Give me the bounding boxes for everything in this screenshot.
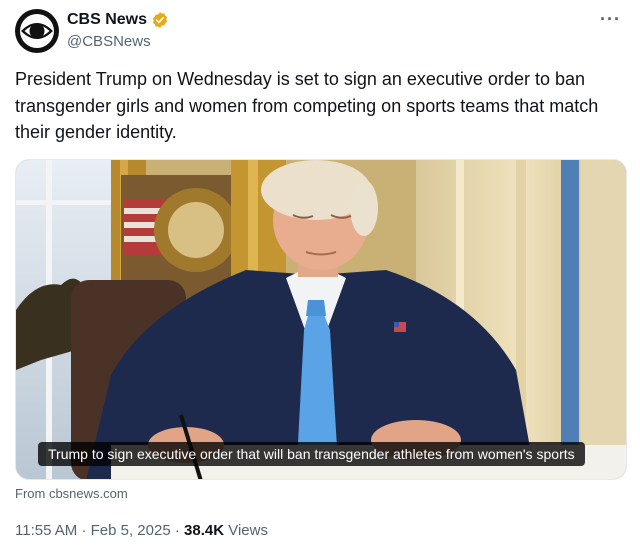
meta-separator: · bbox=[81, 522, 87, 539]
link-source[interactable]: From cbsnews.com bbox=[15, 486, 128, 501]
cbs-eye-logo-icon bbox=[20, 14, 54, 48]
views-label: Views bbox=[228, 522, 268, 539]
more-options-icon[interactable]: ··· bbox=[600, 9, 621, 30]
avatar[interactable] bbox=[15, 9, 59, 53]
link-card-caption: Trump to sign executive order that will … bbox=[38, 442, 585, 466]
tweet-time[interactable]: 11:55 AM bbox=[15, 522, 77, 539]
views-count: 38.4K bbox=[184, 522, 225, 539]
meta-separator: · bbox=[174, 522, 180, 539]
verified-badge-icon bbox=[152, 12, 168, 28]
trump-signing-photo bbox=[16, 160, 626, 479]
tweet-text: President Trump on Wednesday is set to s… bbox=[15, 69, 599, 142]
author-handle[interactable]: @CBSNews bbox=[67, 33, 169, 50]
tweet-meta: 11:55 AM · Feb 5, 2025 · 38.4K Views bbox=[15, 522, 268, 539]
link-card-image[interactable]: Trump to sign executive order that will … bbox=[15, 159, 627, 480]
author-display-name[interactable]: CBS News bbox=[67, 11, 147, 29]
tweet-header: CBS News @CBSNews ··· bbox=[15, 9, 627, 55]
tweet-date[interactable]: Feb 5, 2025 bbox=[91, 522, 171, 539]
author-names: CBS News @CBSNews bbox=[67, 11, 169, 50]
